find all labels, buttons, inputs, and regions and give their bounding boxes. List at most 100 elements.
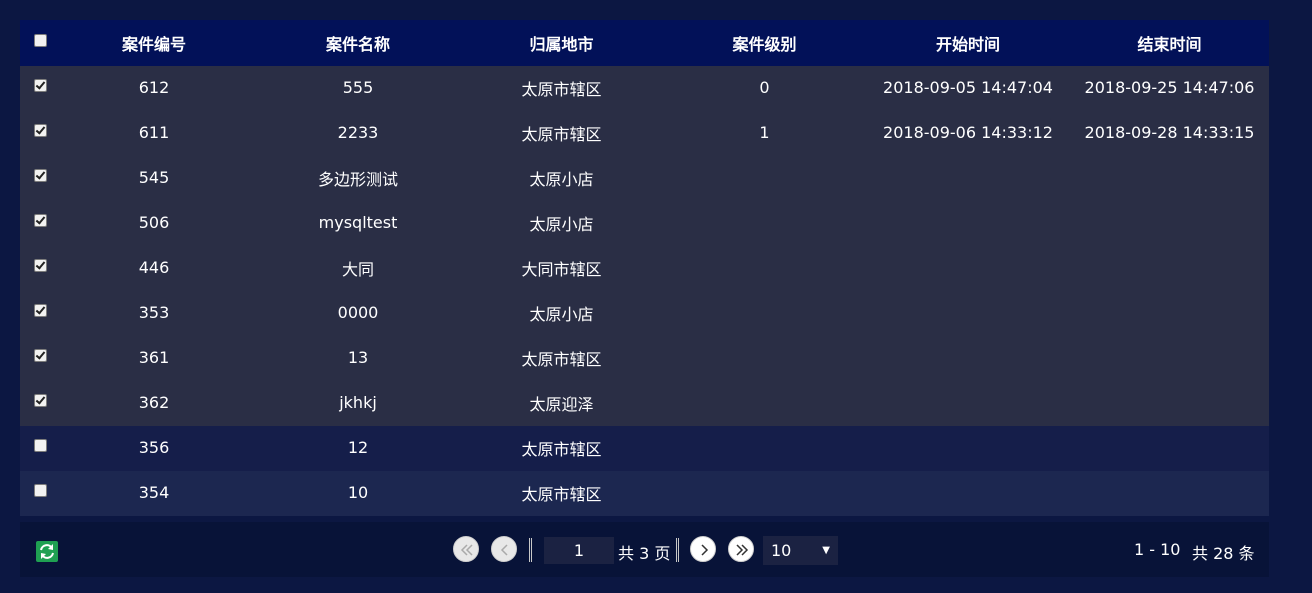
column-header-case-name[interactable]: 案件名称 [256,20,460,66]
case-level-cell: 1 [663,111,866,156]
case-name-cell: 12 [256,426,460,471]
end-time-cell [1070,201,1269,246]
column-header-case-level[interactable]: 案件级别 [663,20,866,66]
row-checkbox[interactable] [34,349,47,362]
column-header-end-time[interactable]: 结束时间 [1070,20,1269,66]
row-checkbox[interactable] [34,439,47,452]
start-time-cell [866,201,1070,246]
start-time-cell: 2018-09-05 14:47:04 [866,66,1070,111]
start-time-cell [866,381,1070,426]
city-text: 太原市辖区 [521,484,602,504]
table-row[interactable]: 506 mysqltest 太原小店 [20,201,1269,246]
row-select-cell [20,246,52,291]
case-level-cell [663,291,866,336]
case-name-cell: mysqltest [256,201,460,246]
next-page-icon [701,544,709,556]
city-cell: 太原市辖区 [460,111,663,156]
row-checkbox[interactable] [34,259,47,272]
case-name-text: 10 [347,483,369,502]
table-row[interactable]: 611 2233 太原市辖区 1 2018-09-06 14:33:12 2018-09-… [20,111,1269,156]
row-checkbox[interactable] [34,484,47,497]
case-name-cell: 10 [256,471,460,516]
table-row[interactable]: 354 10 太原市辖区 [20,471,1269,516]
case-level-cell [663,201,866,246]
case-name-text: 12 [347,438,369,457]
case-id-cell: 361 [52,336,256,381]
column-header-city[interactable]: 归属地市 [460,20,663,66]
case-level-cell [663,246,866,291]
city-cell: 大同市辖区 [460,246,663,291]
select-all-checkbox[interactable] [34,34,47,47]
case-id-text: 356 [138,438,170,457]
first-page-button[interactable] [453,536,479,562]
row-select-cell [20,291,52,336]
table-row[interactable]: 612 555 太原市辖区 0 2018-09-05 14:47:04 2018-09-2… [20,66,1269,111]
city-text: 太原市辖区 [521,79,602,99]
case-id-cell: 506 [52,201,256,246]
record-range-label: 1 - 10 [1134,540,1181,559]
case-name-cell: 2233 [256,111,460,156]
case-level-text: 0 [759,78,770,97]
page-size-select[interactable]: 10 ▼ [763,536,838,565]
row-checkbox[interactable] [34,394,47,407]
next-page-button[interactable] [690,536,716,562]
table-row[interactable]: 361 13 太原市辖区 [20,336,1269,381]
city-text: 太原小店 [529,169,594,189]
column-header-start-time[interactable]: 开始时间 [866,20,1070,66]
case-id-text: 612 [138,78,170,97]
table-row[interactable]: 353 0000 太原小店 [20,291,1269,336]
city-text: 太原小店 [529,214,594,234]
end-time-cell: 2018-09-28 14:33:15 [1070,111,1269,156]
start-time-text: 2018-09-06 14:33:12 [883,123,1053,142]
case-id-cell: 362 [52,381,256,426]
case-id-cell: 545 [52,156,256,201]
end-time-text: 2018-09-28 14:33:15 [1084,123,1255,142]
refresh-icon [40,544,54,559]
row-checkbox[interactable] [34,124,47,137]
row-select-cell [20,426,52,471]
table-row[interactable]: 362 jkhkj 太原迎泽 [20,381,1269,426]
start-time-cell [866,246,1070,291]
case-id-text: 354 [138,483,170,502]
city-cell: 太原迎泽 [460,381,663,426]
row-checkbox[interactable] [34,169,47,182]
last-page-button[interactable] [728,536,754,562]
table-row[interactable]: 545 多边形测试 太原小店 [20,156,1269,201]
case-id-cell: 353 [52,291,256,336]
start-time-cell: 2018-09-06 14:33:12 [866,111,1070,156]
page-number-input[interactable] [544,537,614,564]
case-name-text: 多边形测试 [317,169,398,189]
end-time-cell [1070,471,1269,516]
chevron-down-icon: ▼ [822,545,830,556]
city-cell: 太原市辖区 [460,471,663,516]
select-all-cell [20,20,52,66]
prev-page-button[interactable] [491,536,517,562]
city-cell: 太原小店 [460,201,663,246]
city-text: 太原市辖区 [521,124,602,144]
pager-separator [529,538,532,562]
case-name-text: 大同 [341,259,374,279]
end-time-text: 2018-09-25 14:47:06 [1084,78,1255,97]
start-time-cell [866,471,1070,516]
case-name-text: 0000 [337,303,379,322]
case-name-cell: jkhkj [256,381,460,426]
table-row[interactable]: 446 大同 大同市辖区 [20,246,1269,291]
last-page-icon [736,544,749,556]
refresh-button[interactable] [36,541,58,562]
prev-page-icon [500,544,508,556]
case-name-text: 555 [342,78,374,97]
case-name-cell: 大同 [256,246,460,291]
city-text: 太原小店 [529,304,594,324]
end-time-cell [1070,291,1269,336]
case-id-cell: 446 [52,246,256,291]
case-id-cell: 611 [52,111,256,156]
table-row[interactable]: 356 12 太原市辖区 [20,426,1269,471]
column-header-case-id[interactable]: 案件编号 [52,20,256,66]
row-checkbox[interactable] [34,79,47,92]
start-time-cell [866,426,1070,471]
row-checkbox[interactable] [34,214,47,227]
row-checkbox[interactable] [34,304,47,317]
row-select-cell [20,381,52,426]
end-time-cell: 2018-09-25 14:47:06 [1070,66,1269,111]
start-time-text: 2018-09-05 14:47:04 [883,78,1053,97]
